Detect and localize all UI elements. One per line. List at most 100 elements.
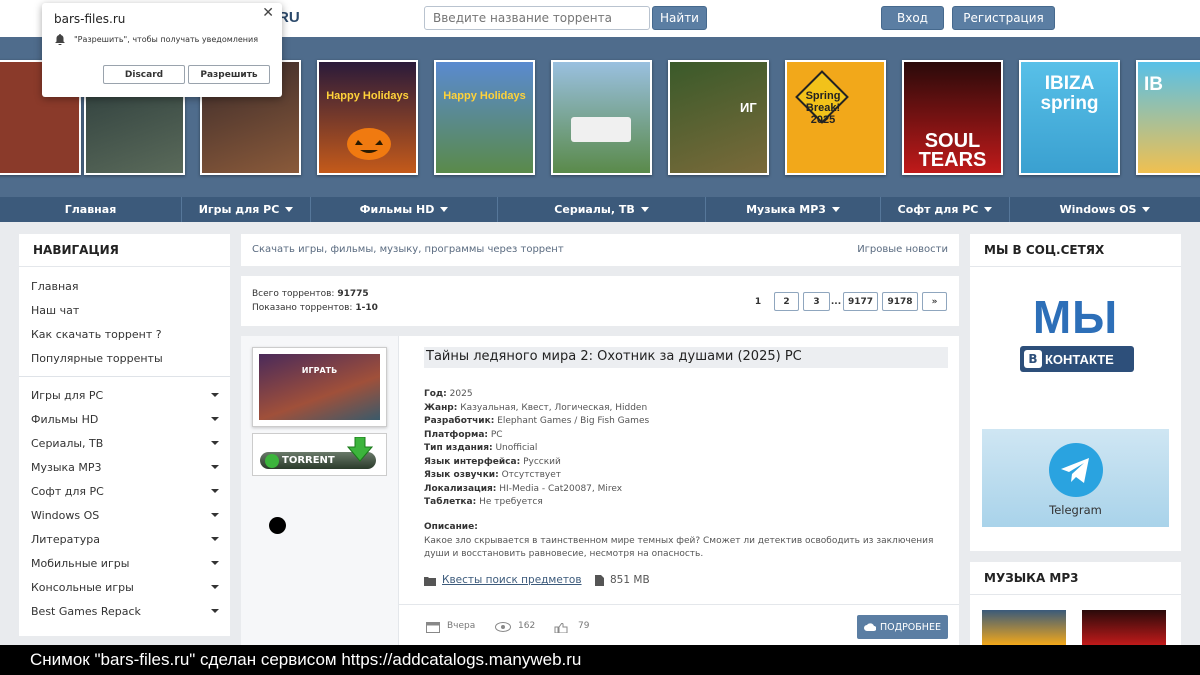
sidebar-category[interactable]: Фильмы HD: [19, 407, 230, 431]
games-news-link[interactable]: Игровые новости: [857, 244, 948, 255]
vk-headline: МЫ: [1032, 291, 1119, 343]
divider: [399, 604, 959, 605]
pumpkin-icon: [347, 128, 391, 160]
calendar-icon: [426, 622, 440, 633]
close-icon[interactable]: ✕: [262, 5, 274, 21]
cloud-download-icon: [864, 623, 877, 631]
allow-button[interactable]: Разрешить: [188, 65, 270, 84]
meta-row: Разработчик: Elephant Games / Big Fish G…: [424, 416, 650, 426]
bell-icon: [55, 34, 65, 45]
torrent-logo-icon: [265, 454, 279, 468]
caret-down-icon: [211, 441, 219, 445]
meta-row: Жанр: Казуальная, Квест, Логическая, Hid…: [424, 402, 648, 413]
sidebar-category[interactable]: Мобильные игры: [19, 551, 230, 575]
meta-row: Год: 2025: [424, 389, 473, 399]
caret-down-icon: [211, 393, 219, 397]
caret-down-icon: [211, 537, 219, 541]
page-link[interactable]: 3: [803, 292, 830, 311]
cover-title: SOUL TEARS: [918, 130, 987, 171]
sidebar-category[interactable]: Консольные игры: [19, 575, 230, 599]
meta-row: Платформа: PC: [424, 429, 503, 440]
sidebar-navigation: НАВИГАЦИЯ Главная Наш чат Как скачать то…: [19, 234, 230, 636]
cover-title: IBIZA spring: [1040, 73, 1099, 114]
social-title: МЫ В СОЦ.СЕТЯХ: [970, 234, 1181, 267]
caret-down-icon: [984, 207, 993, 212]
register-button[interactable]: Регистрация: [952, 6, 1055, 30]
torrent-post: ИГРАТЬ TORRENT Тайны ледяного мира 2: Ох…: [241, 336, 959, 645]
meta-row: Язык интерфейса: Русский: [424, 456, 561, 467]
caret-down-icon: [640, 207, 649, 212]
caret-down-icon: [285, 207, 294, 212]
nav-item-windows[interactable]: Windows OS: [1010, 197, 1200, 222]
carousel-cover[interactable]: ИГ: [668, 60, 769, 175]
login-button[interactable]: Вход: [881, 6, 944, 30]
sidebar-link[interactable]: Главная: [19, 274, 230, 298]
next-page-button[interactable]: »: [922, 292, 947, 311]
nav-item-movies[interactable]: Фильмы HD: [311, 197, 498, 222]
page-current: 1: [748, 292, 768, 311]
post-date: Вчера: [447, 621, 476, 631]
page-link[interactable]: 2: [774, 292, 799, 311]
sidebar-category[interactable]: Литература: [19, 527, 230, 551]
sidebar-link[interactable]: Популярные торренты: [19, 346, 230, 370]
category-link[interactable]: Квесты поиск предметов: [442, 574, 582, 586]
cursor-dot: [269, 517, 286, 534]
nav-item-music[interactable]: Музыка MP3: [706, 197, 881, 222]
caret-down-icon: [831, 207, 840, 212]
sidebar-link[interactable]: Как скачать торрент ?: [19, 322, 230, 346]
main-nav: Главная Игры для PC Фильмы HD Сериалы, Т…: [0, 197, 1200, 222]
sidebar-category[interactable]: Музыка MP3: [19, 455, 230, 479]
carousel-cover[interactable]: SOUL TEARS: [902, 60, 1003, 175]
nav-item-home[interactable]: Главная: [0, 197, 182, 222]
sidebar-link[interactable]: Наш чат: [19, 298, 230, 322]
post-title[interactable]: Тайны ледяного мира 2: Охотник за душами…: [424, 347, 948, 368]
sidebar-category[interactable]: Best Games Repack: [19, 599, 230, 623]
caret-down-icon: [1142, 207, 1151, 212]
page-link[interactable]: 9178: [882, 292, 918, 311]
file-size: 851 MB: [610, 574, 650, 586]
torrent-download-button[interactable]: TORRENT: [252, 433, 387, 476]
carousel-cover[interactable]: Happy Holidays: [317, 60, 418, 175]
cover-title: Happy Holidays: [326, 90, 409, 102]
carousel-cover[interactable]: Spring Break! 2025: [785, 60, 886, 175]
carousel-cover[interactable]: Happy Holidays: [434, 60, 535, 175]
cover-title: Spring Break! 2025: [805, 90, 841, 126]
music-cover[interactable]: [1082, 610, 1166, 645]
meta-row: Язык озвучки: Отсутствует: [424, 470, 562, 480]
music-cover[interactable]: [982, 610, 1066, 645]
nav-item-soft[interactable]: Софт для PC: [881, 197, 1010, 222]
telegram-banner[interactable]: Telegram: [982, 429, 1169, 527]
nav-item-series[interactable]: Сериалы, ТВ: [498, 197, 706, 222]
sidebar-category[interactable]: Софт для PC: [19, 479, 230, 503]
post-meta: Год: 2025 Жанр: Казуальная, Квест, Логич…: [424, 388, 944, 510]
cover-title: IB: [1144, 74, 1163, 95]
folder-icon: [424, 577, 436, 586]
carousel-cover[interactable]: IB: [1136, 60, 1200, 175]
post-description: Описание: Какое зло скрывается в таинств…: [424, 522, 934, 559]
thumbs-icon: [554, 623, 568, 633]
carousel-cover[interactable]: IBIZA spring: [1019, 60, 1120, 175]
nav-item-pc-games[interactable]: Игры для PC: [182, 197, 311, 222]
music-title: МУЗЫКА MP3: [970, 562, 1181, 595]
page-link[interactable]: 9177: [843, 292, 878, 311]
download-arrow-icon: [347, 437, 373, 462]
breadcrumb-link[interactable]: Скачать игры, фильмы, музыку, программы …: [252, 244, 564, 255]
notification-site: bars-files.ru: [54, 12, 126, 26]
caret-down-icon: [440, 207, 449, 212]
carousel-cover[interactable]: [551, 60, 652, 175]
vk-banner[interactable]: МЫ В КОНТАКТЕ: [970, 268, 1181, 416]
post-media-column: ИГРАТЬ TORRENT: [241, 336, 399, 645]
vk-badge: В КОНТАКТЕ: [1020, 346, 1134, 372]
cover-title: ИГ: [740, 100, 757, 115]
post-cover[interactable]: ИГРАТЬ: [252, 347, 387, 427]
search-input[interactable]: [424, 6, 650, 30]
details-button[interactable]: ПОДРОБНЕЕ: [857, 615, 948, 639]
discard-button[interactable]: Discard: [103, 65, 185, 84]
sidebar-category[interactable]: Windows OS: [19, 503, 230, 527]
meta-row: Таблетка: Не требуется: [424, 497, 543, 507]
caret-down-icon: [211, 585, 219, 589]
sidebar-category[interactable]: Сериалы, ТВ: [19, 431, 230, 455]
search-button[interactable]: Найти: [652, 6, 707, 30]
caret-down-icon: [211, 513, 219, 517]
sidebar-category[interactable]: Игры для PC: [19, 383, 230, 407]
